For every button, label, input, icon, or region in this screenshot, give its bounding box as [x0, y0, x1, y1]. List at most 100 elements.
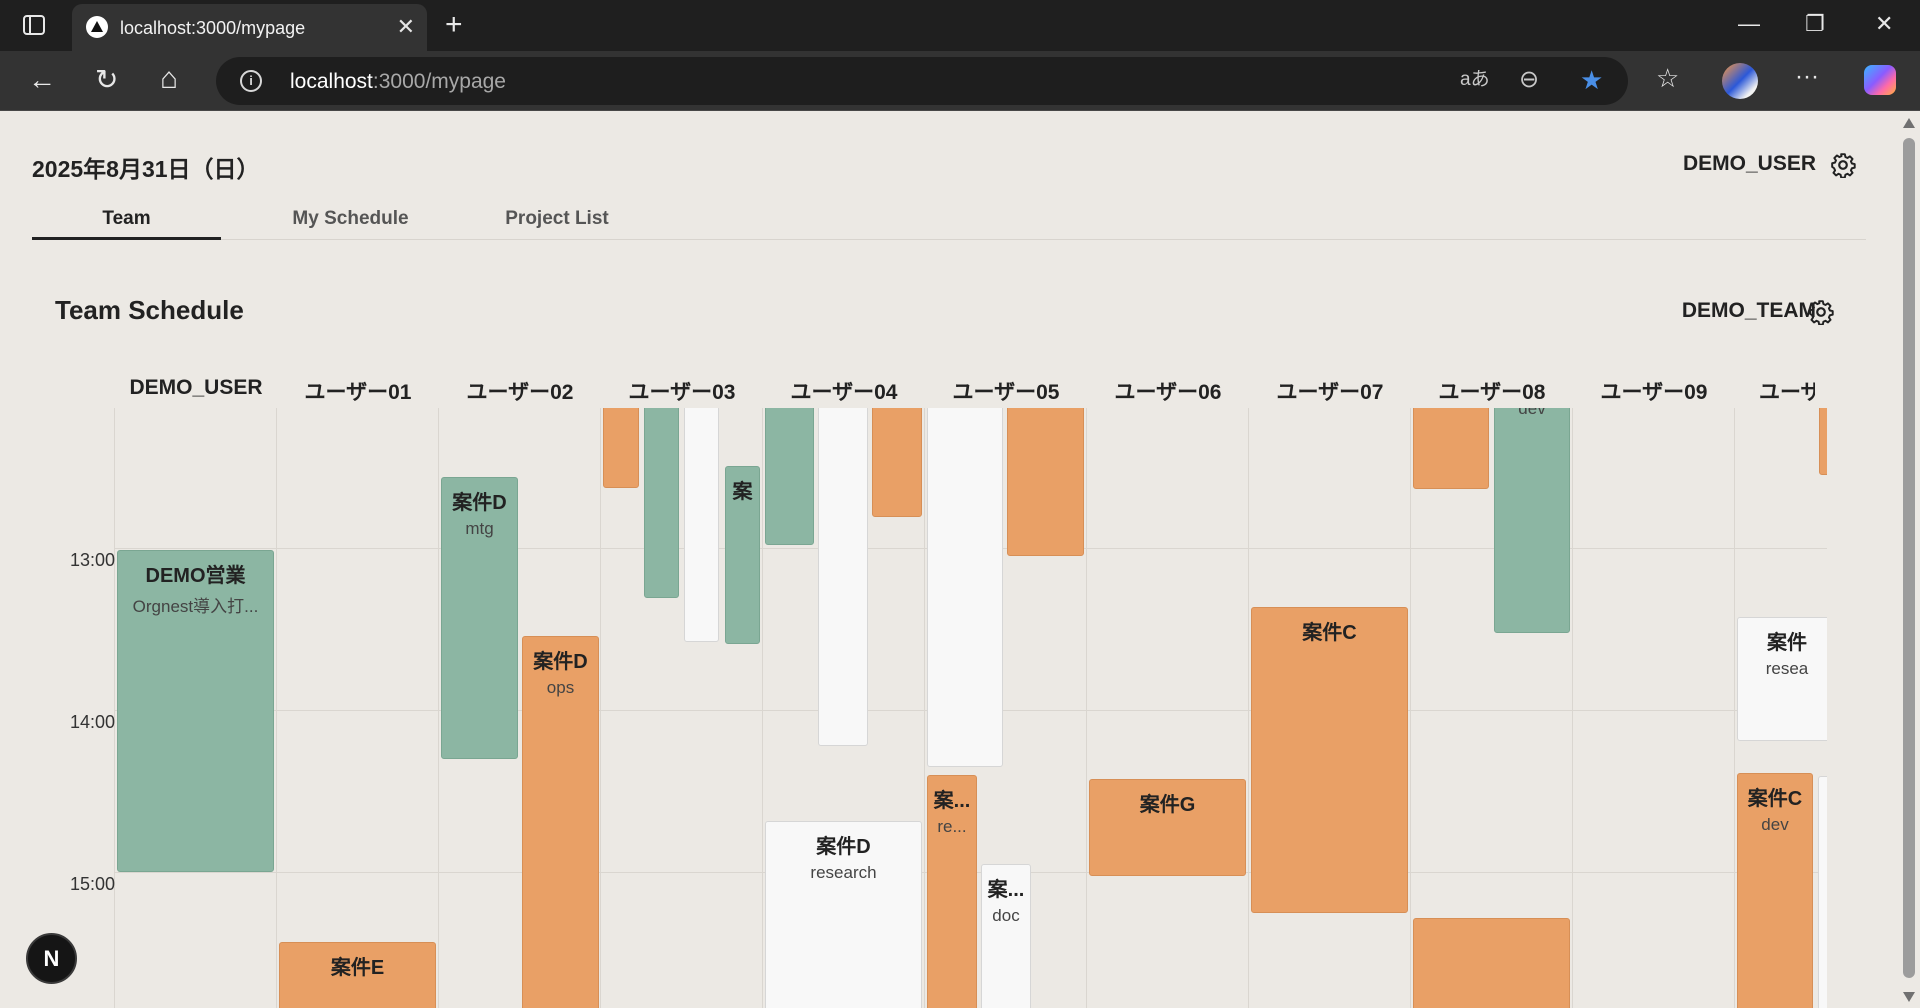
- schedule-event[interactable]: [644, 408, 679, 598]
- event-title: 案件G: [1139, 794, 1196, 816]
- schedule-event[interactable]: [1413, 408, 1489, 489]
- page-date: 2025年8月31日（日）: [32, 156, 260, 182]
- url-host: localhost: [290, 70, 373, 93]
- schedule-event[interactable]: 案件D research: [765, 821, 922, 1008]
- url-text: localhost:3000/mypage: [290, 70, 506, 94]
- schedule-event[interactable]: 案件E: [279, 942, 436, 1008]
- schedule-body: 13:00 14:00 15:00 DEMO営業 Orgnest導入打... 案件…: [54, 408, 1827, 1008]
- event-title: 案件D: [816, 836, 871, 858]
- favorite-star-icon[interactable]: ★: [1580, 67, 1603, 93]
- main-tabs: Team My Schedule Project List: [32, 198, 1866, 240]
- column-divider: [1086, 408, 1087, 1008]
- browser-toolbar: ← ↻ ⌂ i localhost:3000/mypage aあ ⊖ ★ ☆ ·…: [0, 51, 1920, 111]
- tab-close-icon[interactable]: ✕: [397, 14, 415, 40]
- minimize-icon[interactable]: —: [1738, 13, 1760, 35]
- address-bar[interactable]: i localhost:3000/mypage aあ ⊖ ★: [216, 57, 1628, 105]
- page-scrollbar[interactable]: [1898, 112, 1920, 1008]
- zoom-icon[interactable]: ⊖: [1519, 68, 1539, 92]
- column-divider: [1248, 408, 1249, 1008]
- event-title: 案...: [933, 790, 971, 812]
- sidebar-toggle-icon[interactable]: [22, 13, 46, 41]
- schedule-event[interactable]: [765, 408, 814, 545]
- event-title: 案件C: [1302, 622, 1357, 644]
- column-divider: [924, 408, 925, 1008]
- event-title: 案件C: [1747, 788, 1803, 810]
- tab-project-list[interactable]: Project List: [452, 198, 662, 240]
- reload-icon[interactable]: ↻: [95, 66, 118, 94]
- schedule-event[interactable]: [1819, 408, 1827, 475]
- current-username: DEMO_USER: [1682, 152, 1816, 175]
- schedule-event[interactable]: [1818, 776, 1827, 1008]
- event-subtitle: ops: [546, 678, 575, 697]
- event-title: 案件: [1767, 632, 1807, 654]
- scroll-up-icon[interactable]: [1903, 118, 1915, 128]
- event-subtitle: mtg: [465, 519, 494, 538]
- tab-team[interactable]: Team: [32, 198, 221, 240]
- event-title: 案: [732, 481, 753, 503]
- schedule-event[interactable]: 案... re...: [927, 775, 977, 1008]
- schedule-event[interactable]: [927, 408, 1003, 767]
- back-icon[interactable]: ←: [28, 66, 56, 94]
- schedule-event[interactable]: dev: [1494, 408, 1570, 633]
- schedule-event[interactable]: 案件G: [1089, 779, 1246, 876]
- favorites-icon[interactable]: ☆: [1656, 65, 1679, 91]
- team-settings-gear-icon[interactable]: [1808, 299, 1834, 325]
- schedule-event[interactable]: [1413, 918, 1570, 1008]
- schedule-event[interactable]: 案件D ops: [522, 636, 599, 1008]
- schedule-event[interactable]: 案件C: [1251, 607, 1408, 913]
- scrollbar-thumb[interactable]: [1903, 138, 1915, 978]
- column-divider: [1572, 408, 1573, 1008]
- schedule-event[interactable]: 案件D mtg: [441, 477, 518, 759]
- schedule-event[interactable]: [684, 408, 719, 642]
- scroll-down-icon[interactable]: [1903, 992, 1915, 1002]
- restore-icon[interactable]: ❐: [1805, 13, 1825, 35]
- column-header: ユーザ: [1759, 381, 1815, 404]
- schedule-event[interactable]: DEMO営業 Orgnest導入打...: [117, 550, 274, 872]
- column-divider: [1734, 408, 1735, 1008]
- column-header: ユーザー07: [1276, 381, 1384, 404]
- time-label: 14:00: [70, 712, 116, 732]
- schedule-event[interactable]: 案: [725, 466, 760, 644]
- more-icon[interactable]: ···: [1795, 65, 1819, 89]
- event-title: DEMO営業: [145, 565, 246, 587]
- event-title: 案件D: [452, 492, 507, 514]
- schedule-event[interactable]: [603, 408, 639, 488]
- profile-avatar[interactable]: [1722, 63, 1758, 99]
- page-content: 2025年8月31日（日） DEMO_USER Team My Schedule…: [0, 112, 1898, 1008]
- tab-my-schedule[interactable]: My Schedule: [252, 198, 449, 240]
- user-settings-gear-icon[interactable]: [1830, 152, 1856, 178]
- column-header: ユーザー06: [1114, 381, 1222, 404]
- event-subtitle: research: [810, 863, 877, 882]
- new-tab-icon[interactable]: +: [445, 10, 463, 40]
- site-info-icon[interactable]: i: [240, 70, 262, 92]
- nextjs-dev-badge[interactable]: N: [26, 933, 77, 984]
- browser-tab[interactable]: localhost:3000/mypage ✕: [72, 4, 427, 51]
- copilot-icon[interactable]: [1864, 65, 1896, 95]
- column-header: ユーザー01: [304, 381, 412, 404]
- team-name: DEMO_TEAM: [1681, 299, 1816, 322]
- schedule-event[interactable]: 案件C dev: [1737, 773, 1813, 1008]
- column-header: ユーザー09: [1600, 381, 1708, 404]
- read-aloud-icon[interactable]: aあ: [1460, 70, 1490, 89]
- url-path: :3000/mypage: [372, 70, 506, 93]
- column-header: ユーザー04: [790, 381, 898, 404]
- column-header: ユーザー02: [466, 381, 574, 404]
- event-subtitle: Orgnest導入打...: [132, 597, 259, 616]
- tab-title: localhost:3000/mypage: [120, 18, 306, 38]
- column-header: ユーザー03: [628, 381, 736, 404]
- team-schedule-grid: DEMO_USER ユーザー01 ユーザー02 ユーザー03 ユーザー04 ユー…: [54, 364, 1827, 1008]
- column-divider: [762, 408, 763, 1008]
- schedule-event[interactable]: review: [1007, 408, 1084, 556]
- schedule-event[interactable]: 案... doc: [981, 864, 1031, 1008]
- schedule-event[interactable]: [872, 408, 922, 517]
- column-divider: [276, 408, 277, 1008]
- schedule-event[interactable]: 案件 resea: [1737, 617, 1827, 741]
- column-divider: [600, 408, 601, 1008]
- column-divider: [114, 408, 115, 1008]
- column-header: ユーザー08: [1438, 381, 1546, 404]
- home-icon[interactable]: ⌂: [160, 64, 178, 94]
- schedule-event[interactable]: [818, 408, 868, 746]
- favicon-icon: [86, 16, 108, 38]
- time-label: 13:00: [70, 550, 116, 570]
- window-close-icon[interactable]: ✕: [1875, 13, 1893, 35]
